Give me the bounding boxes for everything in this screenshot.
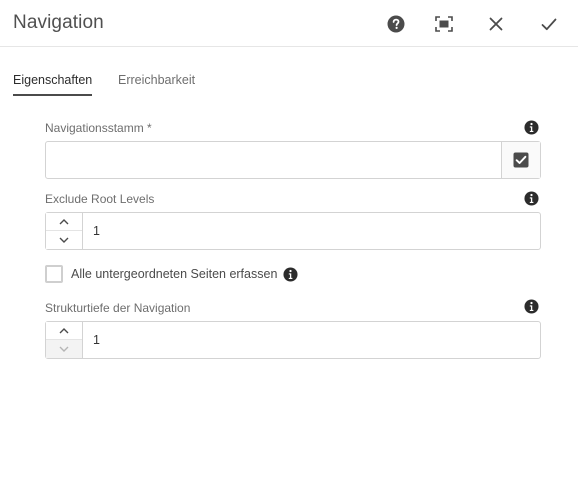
navigation-root-label: Navigationsstamm * — [45, 121, 152, 135]
help-button[interactable] — [382, 10, 410, 38]
path-picker-button[interactable] — [501, 142, 540, 178]
navigation-root-input[interactable] — [46, 142, 501, 178]
info-icon[interactable] — [524, 120, 539, 135]
chevron-up-icon — [59, 327, 69, 333]
navigation-dialog: Navigation Eigenschaften Erreichbarkeit … — [0, 0, 578, 490]
decrement-button-disabled[interactable] — [46, 340, 82, 358]
dialog-title: Navigation — [13, 12, 104, 33]
chevron-down-icon — [59, 346, 69, 352]
close-icon — [489, 17, 503, 31]
chevron-down-icon — [59, 237, 69, 243]
structure-depth-field — [45, 321, 541, 359]
exclude-root-levels-label: Exclude Root Levels — [45, 192, 155, 206]
checkbox-picker-icon — [513, 152, 529, 168]
collect-child-pages-checkbox[interactable] — [45, 265, 63, 283]
fullscreen-button[interactable] — [430, 10, 458, 38]
info-icon[interactable] — [524, 299, 539, 314]
close-button[interactable] — [482, 10, 510, 38]
dialog-header: Navigation — [0, 0, 578, 47]
checkmark-icon — [541, 18, 557, 30]
fullscreen-icon — [435, 16, 453, 32]
number-stepper — [46, 213, 83, 249]
info-icon[interactable] — [283, 267, 298, 282]
structure-depth-input[interactable] — [84, 322, 534, 358]
info-icon[interactable] — [524, 191, 539, 206]
decrement-button[interactable] — [46, 231, 82, 249]
navigation-root-field — [45, 141, 541, 179]
exclude-root-levels-input[interactable] — [84, 213, 534, 249]
tab-erreichbarkeit[interactable]: Erreichbarkeit — [118, 73, 195, 94]
exclude-root-levels-field — [45, 212, 541, 250]
done-button[interactable] — [535, 10, 563, 38]
structure-depth-label: Strukturtiefe der Navigation — [45, 301, 191, 315]
chevron-up-icon — [59, 218, 69, 224]
number-stepper — [46, 322, 83, 358]
increment-button[interactable] — [46, 322, 82, 340]
increment-button[interactable] — [46, 213, 82, 231]
collect-child-pages-label[interactable]: Alle untergeordneten Seiten erfassen — [71, 267, 277, 281]
tab-eigenschaften[interactable]: Eigenschaften — [13, 73, 93, 96]
help-circle-icon — [387, 15, 405, 33]
